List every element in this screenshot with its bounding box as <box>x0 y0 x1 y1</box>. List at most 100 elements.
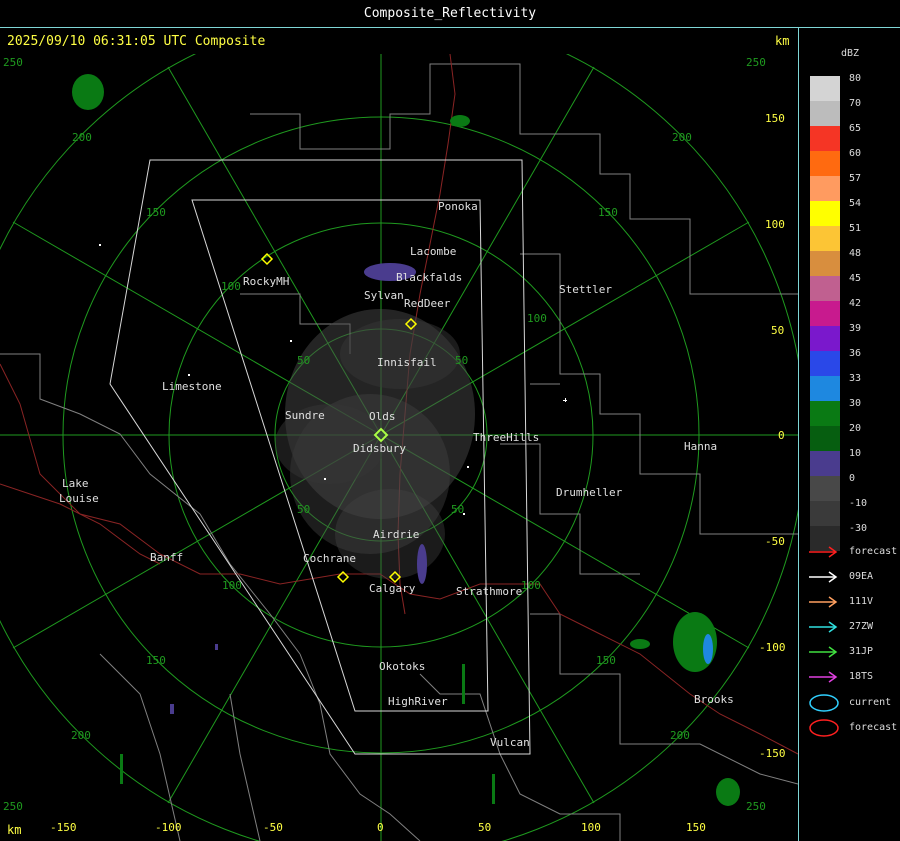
y-axis-label: 150 <box>765 112 785 125</box>
city-label: Strathmore <box>456 585 523 598</box>
legend-value: 20 <box>849 423 862 434</box>
track-label: 09EA <box>849 571 874 582</box>
city-label: Blackfalds <box>396 271 463 284</box>
legend-panel: dBZ 80 70 65 60 57 54 51 48 45 42 39 36 33 30 20 10 0 -10… <box>798 28 900 841</box>
corner-range-label: 250 <box>746 800 766 813</box>
track-legend-item: 27ZW <box>799 618 899 638</box>
legend-swatch <box>810 251 840 276</box>
ellipse-icon <box>809 694 839 712</box>
track-legend-item: 18TS <box>799 668 899 688</box>
ring-label: 100 <box>221 280 241 293</box>
x-axis-label: -100 <box>155 821 182 834</box>
city-label: Louise <box>59 492 99 505</box>
arrow-icon <box>809 596 838 608</box>
legend-swatch <box>810 226 840 251</box>
y-axis-label: -50 <box>765 535 785 548</box>
legend-title: dBZ <box>841 48 860 59</box>
x-axis-label: 150 <box>686 821 706 834</box>
legend-swatch <box>810 276 840 301</box>
ring-label: 150 <box>598 206 618 219</box>
cell-legend-item: current <box>799 693 899 713</box>
ring-label: 50 <box>451 503 465 516</box>
legend-swatch <box>810 401 840 426</box>
city-label: Sylvan <box>364 289 404 302</box>
y-axis-label: 100 <box>765 218 785 231</box>
arrow-icon <box>809 621 838 633</box>
x-axis-label: -50 <box>263 821 283 834</box>
city-label: Hanna <box>684 440 718 453</box>
city-label: Lake <box>62 477 89 490</box>
y-axis-label: 0 <box>778 429 785 442</box>
legend-swatch <box>810 426 840 451</box>
window-title: Composite_Reflectivity <box>363 6 537 21</box>
track-legend-item: 09EA <box>799 568 899 588</box>
arrow-icon <box>809 646 838 658</box>
city-label: Innisfail <box>377 356 437 369</box>
city-label: Drumheller <box>556 486 623 499</box>
ring-label: 200 <box>670 729 690 742</box>
legend-value: -30 <box>849 523 868 534</box>
city-label: Limestone <box>162 380 222 393</box>
track-legend-item: 111V <box>799 593 899 613</box>
corner-range-label: 250 <box>746 56 766 69</box>
legend-value: 39 <box>849 323 862 334</box>
ring-label: 50 <box>455 354 469 367</box>
legend-value: 70 <box>849 98 862 109</box>
radar-map[interactable]: -150 -100 -50 0 50 100 150 150 100 50 0 … <box>0 54 798 841</box>
legend-value: 36 <box>849 348 862 359</box>
legend-swatch <box>810 501 840 526</box>
ring-label: 100 <box>527 312 547 325</box>
arrow-icon <box>809 671 838 683</box>
legend-swatch <box>810 151 840 176</box>
city-label: Okotoks <box>379 660 426 673</box>
city-label: Brooks <box>694 693 734 706</box>
legend-swatch <box>810 376 840 401</box>
x-axis-label: 100 <box>581 821 601 834</box>
legend-swatch <box>810 126 840 151</box>
track-label: 111V <box>849 596 874 607</box>
ring-label: 200 <box>71 729 91 742</box>
cell-label: current <box>849 697 892 708</box>
track-label: 27ZW <box>849 621 874 632</box>
x-axis-label: 50 <box>478 821 492 834</box>
legend-swatch <box>810 76 840 101</box>
cell-legend-item: forecast <box>799 718 899 738</box>
legend-value: 51 <box>849 223 862 234</box>
legend-swatch <box>810 101 840 126</box>
arrow-icon <box>809 571 838 583</box>
legend-swatch <box>810 326 840 351</box>
ring-label: 100 <box>222 579 242 592</box>
city-label: HighRiver <box>388 695 448 708</box>
legend-value: 33 <box>849 373 862 384</box>
ring-label: 150 <box>146 654 166 667</box>
legend-value: 48 <box>849 248 862 259</box>
legend-value: 54 <box>849 198 862 209</box>
timestamp-label: 2025/09/10 06:31:05 UTC Composite <box>7 34 266 49</box>
ring-label: 150 <box>596 654 616 667</box>
x-axis-label: -150 <box>50 821 77 834</box>
legend-swatch <box>810 476 840 501</box>
city-label: Calgary <box>369 582 416 595</box>
city-label: Olds <box>369 410 396 423</box>
cell-label: forecast <box>849 722 898 733</box>
ring-label: 50 <box>297 354 311 367</box>
title-bar: Composite_Reflectivity <box>0 0 900 28</box>
legend-swatch <box>810 351 840 376</box>
ring-label: 200 <box>72 131 92 144</box>
city-label: Airdrie <box>373 528 420 541</box>
x-axis-label: 0 <box>377 821 384 834</box>
ellipse-icon <box>809 719 839 737</box>
y-axis-label: -100 <box>759 641 786 654</box>
legend-swatch <box>810 301 840 326</box>
city-label: Lacombe <box>410 245 457 258</box>
track-label: forecast <box>849 546 898 557</box>
legend-value: 57 <box>849 173 862 184</box>
legend-swatch <box>810 451 840 476</box>
arrow-icon <box>809 546 838 558</box>
legend-swatch <box>810 176 840 201</box>
corner-range-label: 250 <box>3 800 23 813</box>
legend-value: 45 <box>849 273 862 284</box>
city-label: Didsbury <box>353 442 406 455</box>
city-label: RedDeer <box>404 297 451 310</box>
city-label: Stettler <box>559 283 612 296</box>
